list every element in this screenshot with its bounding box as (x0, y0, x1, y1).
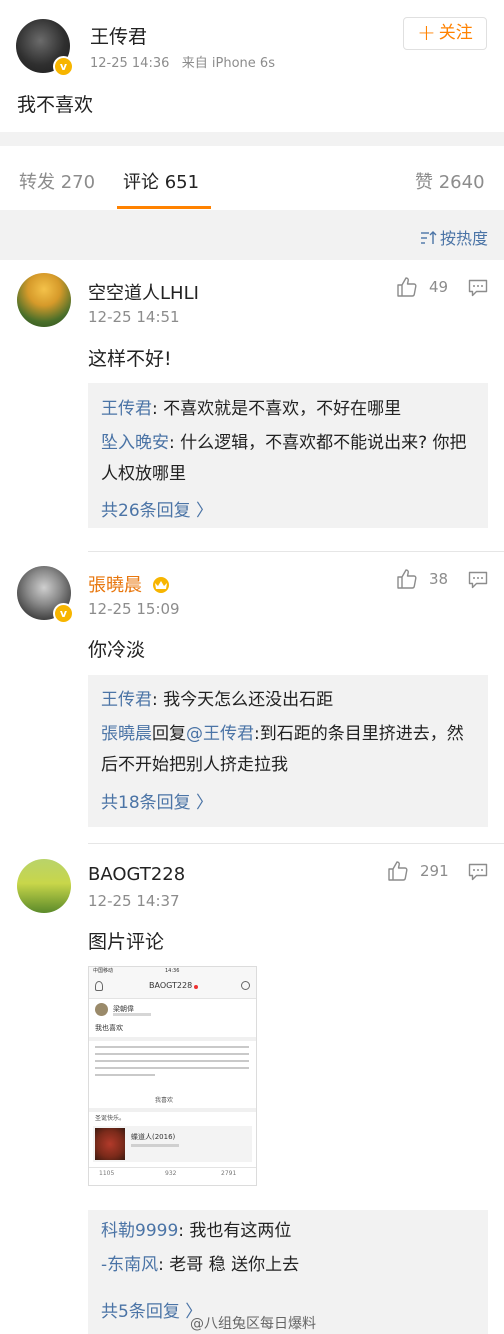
inner-title: BAOGT228 (149, 981, 193, 990)
commenter-avatar[interactable] (17, 273, 71, 327)
comment-time: 12-25 15:09 (88, 600, 180, 618)
post-header: v 王传君 12-25 14:36 来自 iPhone 6s + 关注 我不喜欢 (0, 0, 504, 132)
comment-text: 图片评论 (88, 931, 165, 953)
inner-line (95, 1074, 155, 1076)
plus-icon: + (417, 21, 436, 46)
reply-line: 坠入晚安: 什么逻辑，不喜欢都不能说出来? 你把人权放哪里 (101, 428, 471, 490)
commenter-name[interactable]: BAOGT228 (88, 864, 185, 885)
watermark: @八组兔区每日爆料 (190, 1316, 316, 1332)
reply-author[interactable]: 張曉晨 (101, 724, 152, 744)
inner-card-title: 蝶道人(2016) (131, 1133, 176, 1141)
inner-comment-count: 932 (165, 1170, 177, 1177)
thumbs-up-icon[interactable] (396, 568, 418, 590)
inner-post-text: 我也喜欢 (95, 1024, 123, 1032)
reply-author[interactable]: 科勒9999 (101, 1221, 178, 1241)
thumbs-up-icon[interactable] (387, 860, 409, 882)
sort-icon (420, 231, 437, 244)
commenter-name[interactable]: 空空道人LHLI (88, 279, 199, 305)
reply-box: 王传君: 不喜欢就是不喜欢，不好在哪里 坠入晚安: 什么逻辑，不喜欢都不能说出来… (88, 383, 488, 528)
sort-bar: 按热度 (0, 210, 504, 260)
inner-action-bar: 1105 932 2791 (89, 1167, 256, 1185)
inner-nav-bar: BAOGT228 (89, 976, 256, 999)
inner-card-meta (131, 1144, 179, 1147)
section-divider (0, 132, 504, 146)
comment-time: 12-25 14:37 (88, 892, 180, 910)
comment-time: 12-25 14:51 (88, 308, 180, 326)
comment-text: 这样不好! (88, 348, 172, 370)
inner-line (95, 1067, 249, 1069)
reply-author[interactable]: 王传君 (101, 399, 152, 419)
inner-like-label: 我喜欢 (155, 1097, 174, 1104)
follow-button[interactable]: + 关注 (403, 17, 487, 50)
inner-profile-icon (95, 981, 103, 991)
like-count: 49 (429, 278, 449, 296)
like-count: 291 (420, 862, 449, 880)
active-tab-indicator (117, 206, 211, 209)
inner-divider (89, 1037, 256, 1041)
tab-likes[interactable]: 赞 2640 (415, 168, 485, 194)
comment-image[interactable]: 中国移动 14:36 BAOGT228 梁朝偉 我也喜欢 我喜欢 圣诞快乐。 蝶… (88, 966, 257, 1186)
reply-verb: 回复 (152, 724, 186, 744)
inner-line (95, 1060, 249, 1062)
reply-text: : 老哥 稳 送你上去 (158, 1255, 300, 1275)
sort-by-hot-button[interactable]: 按热度 (420, 225, 488, 249)
tab-repost[interactable]: 转发 270 (19, 168, 95, 194)
reply-author[interactable]: -东南风 (101, 1255, 158, 1275)
reply-icon[interactable] (468, 571, 488, 589)
inner-time: 14:36 (165, 968, 180, 974)
post-source: 来自 iPhone 6s (181, 56, 275, 71)
mention-link[interactable]: @王传君 (186, 724, 254, 744)
inner-dot-icon (194, 985, 198, 989)
verified-badge-icon: v (53, 56, 74, 77)
reply-author[interactable]: 王传君 (101, 690, 152, 710)
tab-comments[interactable]: 评论 651 (123, 168, 199, 194)
inner-divider (89, 1108, 256, 1112)
sort-label: 按热度 (439, 229, 488, 248)
inner-carrier: 中国移动 (93, 968, 114, 974)
reply-line: 科勒9999: 我也有这两位 (101, 1216, 471, 1247)
inner-line (95, 1053, 249, 1055)
reply-text: : 我今天怎么还没出石距 (152, 690, 334, 710)
inner-card-thumbnail (95, 1128, 125, 1160)
author-name[interactable]: 王传君 (90, 22, 147, 49)
thumbs-up-icon[interactable] (396, 276, 418, 298)
post-time: 12-25 14:36 (90, 56, 170, 71)
reply-line: 王传君: 不喜欢就是不喜欢，不好在哪里 (101, 394, 471, 425)
inner-card: 蝶道人(2016) (93, 1126, 252, 1162)
more-replies-link[interactable]: 共5条回复 〉 (101, 1297, 202, 1322)
reply-line: 張曉晨回复@王传君:到石距的条目里挤进去，然后不开始把别人挤走拉我 (101, 719, 471, 781)
inner-footer: 圣诞快乐。 (95, 1115, 126, 1122)
reply-box: 王传君: 我今天怎么还没出石距 張曉晨回复@王传君:到石距的条目里挤进去，然后不… (88, 675, 488, 827)
crown-badge-icon (152, 577, 169, 593)
comment-item: 空空道人LHLI 12-25 14:51 49 这样不好! 王传君: 不喜欢就是… (0, 260, 504, 552)
reply-icon[interactable] (468, 279, 488, 297)
commenter-name[interactable]: 張曉晨 (88, 571, 172, 597)
comment-text: 你冷淡 (88, 639, 146, 661)
reply-icon[interactable] (468, 863, 488, 881)
post-text: 我不喜欢 (17, 94, 94, 116)
inner-line (95, 1046, 249, 1048)
inner-avatar (95, 1003, 108, 1016)
inner-status-bar: 中国移动 14:36 (89, 967, 256, 976)
post-tabs: 转发 270 评论 651 赞 2640 (0, 146, 504, 210)
commenter-name-text: 張曉晨 (88, 575, 142, 596)
more-replies-link[interactable]: 共18条回复 〉 (101, 788, 213, 813)
follow-label: 关注 (438, 23, 473, 43)
reply-line: -东南风: 老哥 稳 送你上去 (101, 1250, 471, 1281)
inner-meta (113, 1013, 151, 1016)
inner-like-count: 2791 (221, 1170, 237, 1177)
comment-item: v 張曉晨 12-25 15:09 38 你冷淡 王传君: 我今天怎么还没出石距… (0, 552, 504, 844)
reply-text: : 我也有这两位 (178, 1221, 292, 1241)
inner-repost-count: 1105 (99, 1170, 115, 1177)
reply-author[interactable]: 坠入晚安 (101, 433, 169, 453)
commenter-avatar[interactable] (17, 859, 71, 913)
like-count: 38 (429, 570, 449, 588)
more-replies-link[interactable]: 共26条回复 〉 (101, 496, 213, 521)
reply-text: : 不喜欢就是不喜欢，不好在哪里 (152, 399, 402, 419)
post-meta: 12-25 14:36 来自 iPhone 6s (90, 52, 275, 71)
reply-line: 王传君: 我今天怎么还没出石距 (101, 685, 471, 716)
verified-badge-icon: v (53, 603, 74, 624)
inner-refresh-icon (241, 981, 250, 990)
